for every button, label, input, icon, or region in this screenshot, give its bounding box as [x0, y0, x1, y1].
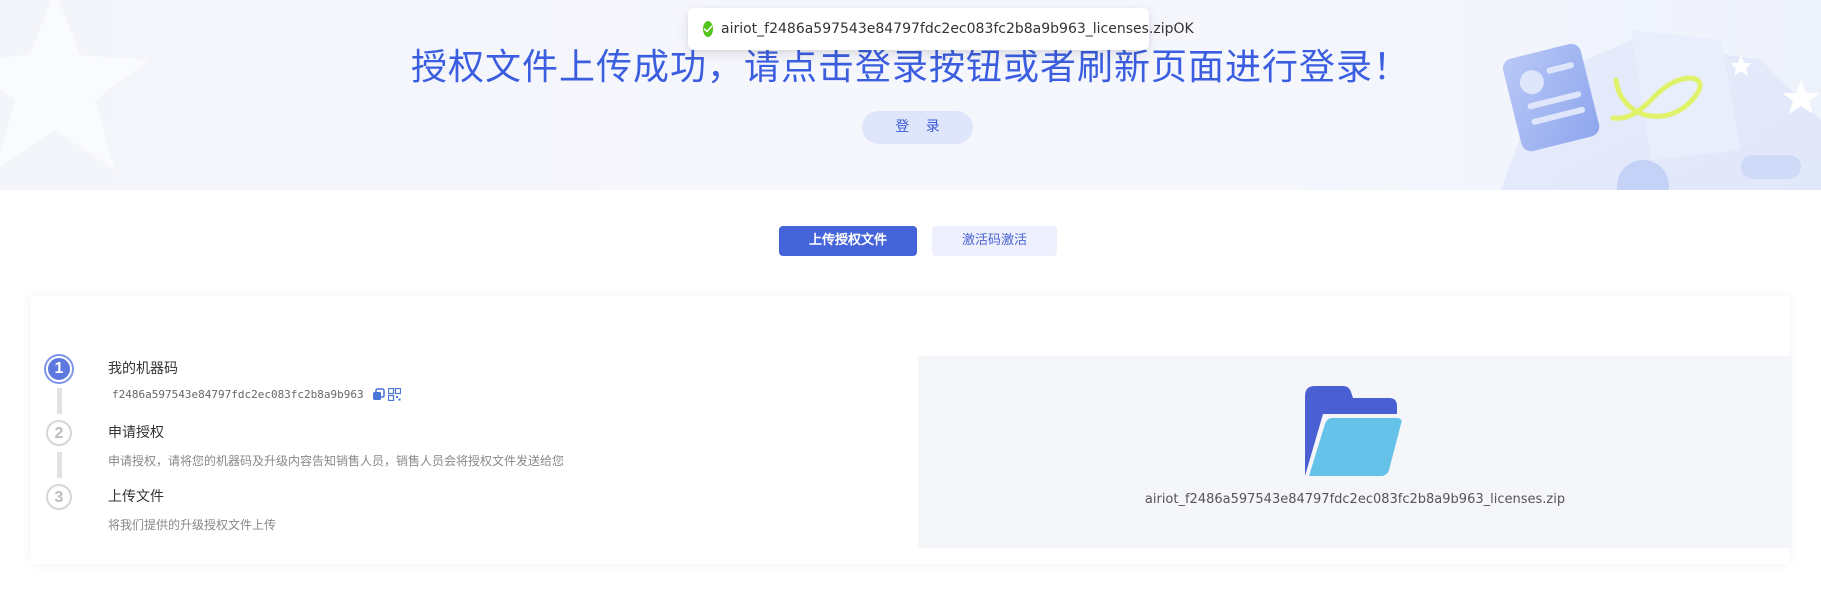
machine-code-value: f2486a597543e84797fdc2ec083fc2b8a9b963: [112, 388, 364, 401]
login-button[interactable]: 登 录: [862, 111, 973, 144]
activation-tabs: 上传授权文件 激活码激活: [779, 226, 1057, 256]
qrcode-icon[interactable]: [387, 388, 401, 401]
file-upload-area[interactable]: airiot_f2486a597543e84797fdc2ec083fc2b8a…: [918, 356, 1792, 548]
step-title: 上传文件: [108, 489, 164, 505]
license-illustration-icon: [1501, 30, 1821, 190]
copy-icon[interactable]: [372, 388, 385, 401]
step-connector: [57, 452, 62, 478]
toast-message: airiot_f2486a597543e84797fdc2ec083fc2b8a…: [721, 21, 1194, 37]
folder-icon: [1305, 386, 1402, 476]
step-number: 3: [46, 484, 72, 510]
step-connector: [57, 388, 62, 414]
success-toast: airiot_f2486a597543e84797fdc2ec083fc2b8a…: [688, 8, 1194, 50]
uploaded-file-name: airiot_f2486a597543e84797fdc2ec083fc2b8a…: [1144, 492, 1566, 507]
step-description: 将我们提供的升级授权文件上传: [108, 518, 277, 532]
step-title: 我的机器码: [108, 361, 178, 377]
check-circle-icon: [703, 21, 713, 37]
step-description: 申请授权，请将您的机器码及升级内容告知销售人员，销售人员会将授权文件发送给您: [108, 454, 565, 468]
step-title: 申请授权: [108, 425, 164, 441]
license-card: 1 我的机器码 f2486a597543e84797fdc2ec083fc2b8…: [30, 296, 1792, 564]
step-number: 1: [46, 356, 72, 382]
machine-code: f2486a597543e84797fdc2ec083fc2b8a9b963: [112, 388, 401, 401]
step-number: 2: [46, 420, 72, 446]
tab-activation-code[interactable]: 激活码激活: [932, 226, 1057, 256]
star-decoration-icon: [0, 0, 150, 170]
tab-upload-license[interactable]: 上传授权文件: [779, 226, 917, 256]
